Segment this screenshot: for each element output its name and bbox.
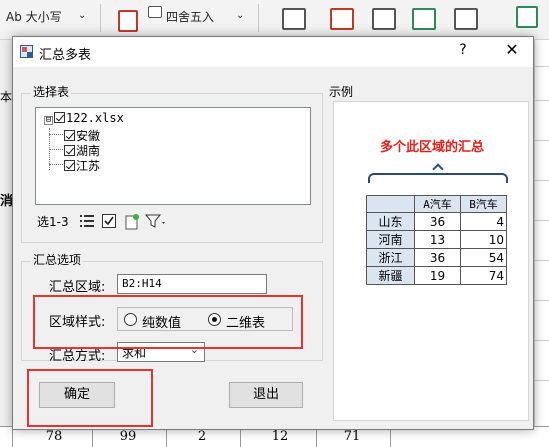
sheet-cell[interactable]: 2 bbox=[172, 429, 232, 444]
tree-root[interactable]: ⊟ 122.xlsx bbox=[44, 111, 124, 125]
table-cell: 19 bbox=[414, 266, 461, 285]
table-row: A汽车 B汽车 bbox=[366, 195, 507, 213]
ok-highlight-box bbox=[27, 369, 153, 427]
filter-icon[interactable] bbox=[144, 213, 167, 231]
item-checkbox[interactable] bbox=[64, 130, 75, 141]
row-header: 浙江 bbox=[366, 248, 415, 267]
table-cell: 10 bbox=[460, 230, 507, 249]
grid-line bbox=[535, 66, 549, 67]
sheet-tree[interactable]: ⊟ 122.xlsx 安徽 湖南 江苏 bbox=[35, 107, 311, 205]
sheet-cell[interactable]: 78 bbox=[24, 429, 84, 444]
sheet-right-edge bbox=[534, 40, 549, 446]
grid-line bbox=[535, 220, 549, 221]
tree-item-label: 湖南 bbox=[76, 144, 101, 158]
round-formula-icon[interactable] bbox=[118, 10, 138, 32]
cell-border bbox=[316, 427, 317, 447]
app-icon bbox=[20, 45, 33, 58]
cell-border bbox=[12, 427, 13, 447]
table-cell: 13 bbox=[414, 230, 461, 249]
example-panel: 多个此区域的汇总 A汽车 B汽车 山东 36 4 河南 13 10 浙江 36 bbox=[333, 101, 529, 421]
tree-root-label: 122.xlsx bbox=[66, 111, 124, 125]
tree-guide bbox=[49, 149, 63, 150]
options-group-label: 汇总选项 bbox=[31, 251, 84, 268]
pivot-icon[interactable] bbox=[412, 8, 436, 30]
row-header: 山东 bbox=[366, 212, 415, 231]
dialog-title: 汇总多表 bbox=[39, 48, 92, 63]
item-checkbox[interactable] bbox=[64, 160, 75, 171]
sheet-left-edge: 本 消 bbox=[0, 40, 13, 446]
form-icon[interactable] bbox=[330, 8, 354, 30]
tree-toolbar: 选1-3 bbox=[35, 210, 311, 234]
exit-button[interactable]: 退出 bbox=[229, 382, 303, 408]
selection-count: 选1-3 bbox=[37, 215, 69, 229]
tree-item-label: 安徽 bbox=[76, 129, 101, 143]
example-title: 多个此区域的汇总 bbox=[379, 140, 484, 155]
collapse-icon[interactable]: ⊟ bbox=[44, 116, 53, 125]
round-button[interactable]: 四舍五入 bbox=[166, 8, 214, 25]
example-table: A汽车 B汽车 山东 36 4 河南 13 10 浙江 36 54 新疆 19 bbox=[366, 195, 507, 285]
ribbon: Ab 大小写 ⌄ 四舍五入 ⌄ bbox=[0, 0, 549, 40]
table-row: 山东 36 4 bbox=[366, 212, 507, 231]
table-icon[interactable] bbox=[372, 8, 396, 30]
region-input[interactable]: B2:H14 bbox=[117, 274, 267, 294]
cell-border bbox=[92, 427, 93, 447]
case-button[interactable]: Ab 大小写 bbox=[6, 8, 62, 25]
grid-line bbox=[535, 100, 549, 101]
grid-line bbox=[535, 380, 549, 381]
table-cell: 4 bbox=[460, 212, 507, 231]
table-row: 新疆 19 74 bbox=[366, 266, 507, 285]
region-label: 汇总区域: bbox=[49, 280, 106, 295]
grid-icon[interactable] bbox=[454, 8, 478, 30]
summary-dialog: 汇总多表 ? ✕ 选择表 ⊟ 122.xlsx 安徽 湖南 江苏 选1-3 汇总… bbox=[12, 36, 534, 430]
select-table-group-label: 选择表 bbox=[31, 83, 72, 100]
grid-line bbox=[535, 260, 549, 261]
grid-line bbox=[535, 340, 549, 341]
table-cell: 54 bbox=[460, 248, 507, 267]
sheet-cell[interactable]: 71 bbox=[322, 429, 382, 444]
tree-item-label: 江苏 bbox=[76, 159, 101, 173]
root-checkbox[interactable] bbox=[54, 112, 65, 123]
table-row: 河南 13 10 bbox=[366, 230, 507, 249]
row-header: 新疆 bbox=[366, 266, 415, 285]
example-label: 示例 bbox=[329, 85, 354, 99]
cell-border bbox=[166, 427, 167, 447]
row-header: 河南 bbox=[366, 230, 415, 249]
table-row: 浙江 36 54 bbox=[366, 248, 507, 267]
sheet-cell[interactable]: 99 bbox=[98, 429, 158, 444]
check-all-icon[interactable] bbox=[101, 213, 117, 231]
new-sheet-icon[interactable] bbox=[123, 213, 141, 231]
table-corner bbox=[366, 195, 415, 213]
grid-line bbox=[535, 140, 549, 141]
help-button[interactable]: ? bbox=[453, 42, 473, 62]
round-dropdown-icon[interactable]: ⌄ bbox=[236, 10, 244, 21]
tree-guide bbox=[49, 164, 63, 165]
table-cell: 36 bbox=[414, 212, 461, 231]
cell-border bbox=[240, 427, 241, 447]
table-cell: 74 bbox=[460, 266, 507, 285]
sheet-cell[interactable]: 12 bbox=[250, 429, 310, 444]
column-header: A汽车 bbox=[414, 195, 461, 213]
column-header: B汽车 bbox=[460, 195, 507, 213]
ribbon-separator bbox=[258, 4, 259, 32]
tree-guide bbox=[49, 134, 63, 135]
paste-icon[interactable] bbox=[282, 8, 306, 30]
round-icon bbox=[148, 6, 162, 18]
grid-line bbox=[535, 180, 549, 181]
tree-item[interactable]: 江苏 bbox=[64, 157, 100, 174]
item-checkbox[interactable] bbox=[64, 145, 75, 156]
list-icon[interactable] bbox=[79, 213, 95, 231]
style-highlight-box bbox=[33, 295, 303, 349]
grid-line bbox=[535, 300, 549, 301]
case-dropdown-icon[interactable]: ⌄ bbox=[78, 10, 86, 21]
cell-border bbox=[390, 427, 391, 447]
table-cell: 36 bbox=[414, 248, 461, 267]
close-button[interactable]: ✕ bbox=[499, 40, 525, 64]
left-edge-text: 本 bbox=[0, 90, 13, 104]
ribbon-separator bbox=[100, 4, 101, 32]
dialog-titlebar[interactable]: 汇总多表 ? ✕ bbox=[13, 37, 533, 67]
layout-icon[interactable] bbox=[516, 6, 538, 28]
